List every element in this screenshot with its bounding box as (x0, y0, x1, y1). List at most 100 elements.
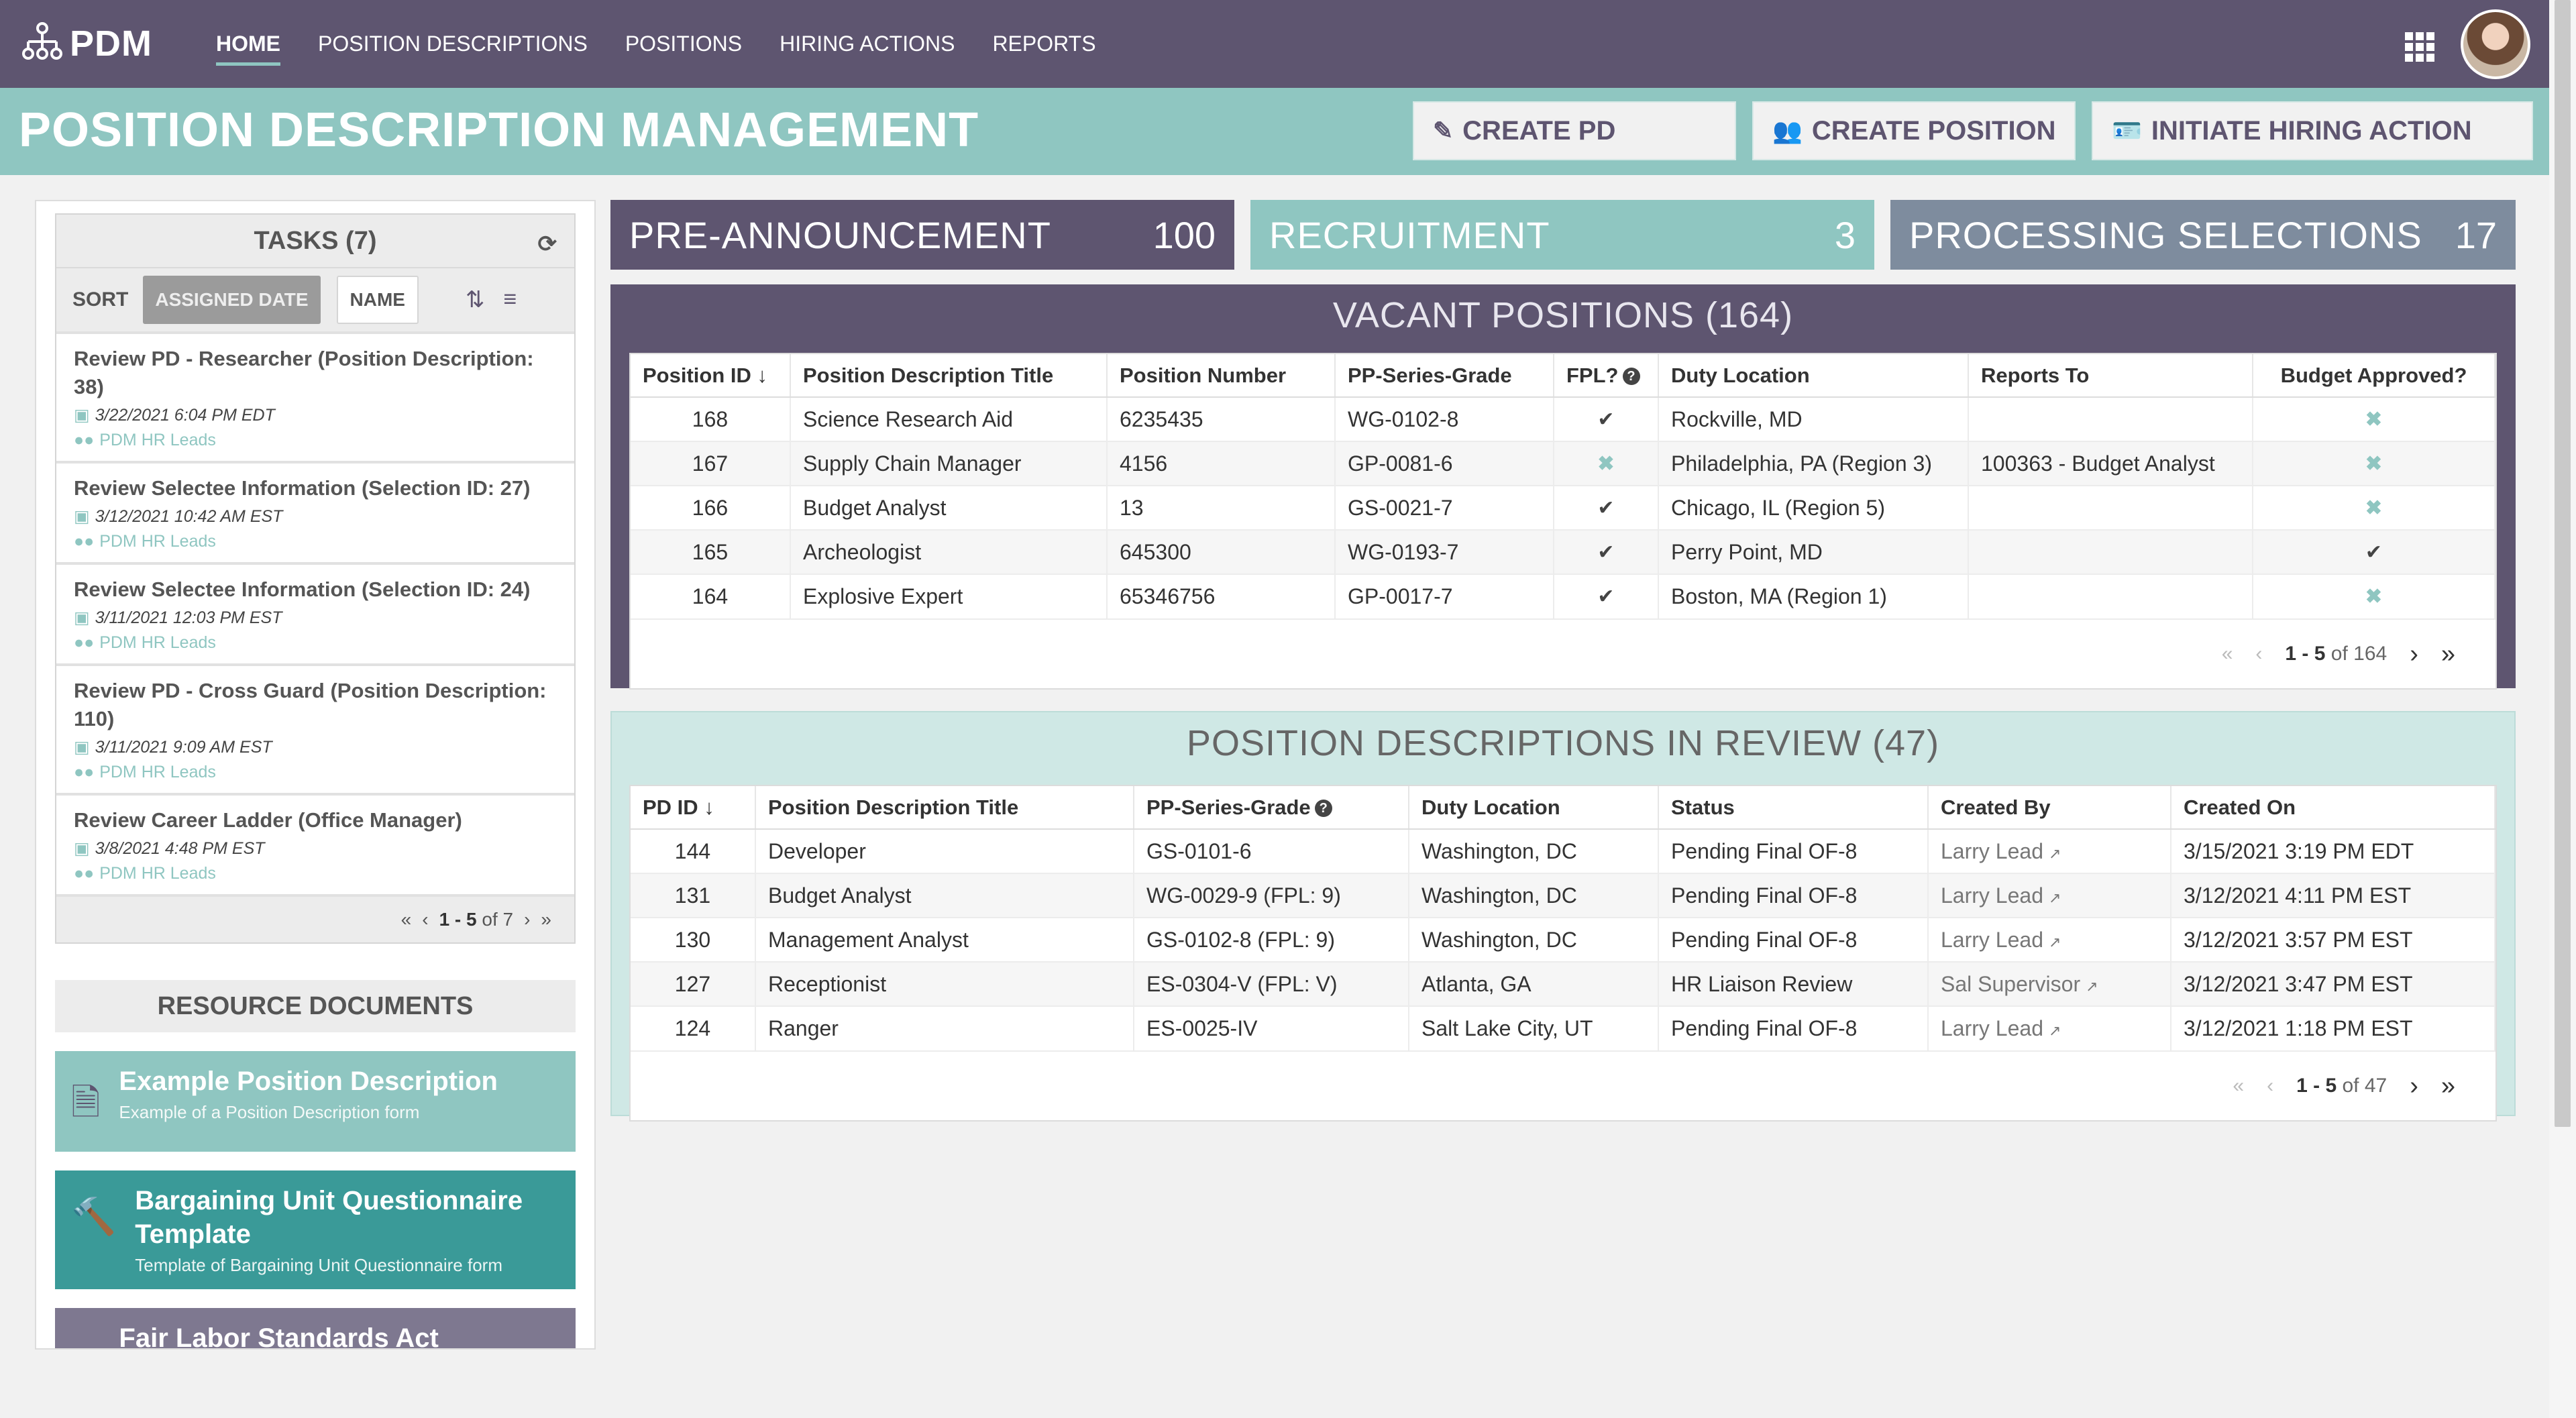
task-title[interactable]: Review Selectee Information (Selection I… (74, 576, 557, 604)
col-created-by[interactable]: Created By (1928, 786, 2171, 830)
col-position-id[interactable]: Position ID ↓ (631, 354, 791, 398)
sort-assigned-date-button[interactable]: ASSIGNED DATE (143, 276, 321, 324)
prev-page-icon[interactable]: ‹ (422, 909, 428, 930)
cell-position-id: 165 (631, 529, 791, 574)
help-icon[interactable]: ? (1314, 800, 1332, 818)
users-icon: ●● (74, 633, 95, 652)
resource-example-position-description[interactable]: 🗎 Example Position Description Example o… (55, 1051, 576, 1152)
task-date: ▣ 3/11/2021 12:03 PM EST (74, 608, 557, 628)
created-by-link[interactable]: Larry Lead (1941, 883, 2043, 908)
task-item[interactable]: Review PD - Researcher (Position Descrip… (56, 331, 574, 461)
initiate-hiring-action-button[interactable]: 🪪 INITIATE HIRING ACTION (2092, 101, 2533, 160)
next-page-icon[interactable]: › (2410, 640, 2418, 669)
task-title[interactable]: Review PD - Researcher (Position Descrip… (74, 345, 557, 401)
vacant-positions-table-wrap: Position ID ↓ Position Description Title… (629, 353, 2497, 690)
last-page-icon[interactable]: » (541, 909, 551, 930)
table-row[interactable]: 165 Archeologist 645300 WG-0193-7 ✔ Perr… (631, 529, 2496, 574)
nav-home[interactable]: HOME (216, 32, 280, 66)
cell-created-by[interactable]: Larry Lead ↗ (1928, 1005, 2171, 1050)
table-row[interactable]: 164 Explosive Expert 65346756 GP-0017-7 … (631, 574, 2496, 618)
create-pd-button[interactable]: ✎ CREATE PD (1413, 101, 1736, 160)
table-row[interactable]: 124 Ranger ES-0025-IV Salt Lake City, UT… (631, 1005, 2496, 1050)
col-fpl[interactable]: FPL?? (1554, 354, 1659, 398)
created-by-link[interactable]: Larry Lead (1941, 1016, 2043, 1040)
next-page-icon[interactable]: › (2410, 1072, 2418, 1101)
check-icon: ✔ (1554, 485, 1659, 530)
task-item[interactable]: Review PD - Cross Guard (Position Descri… (56, 663, 574, 793)
pre-announcement-card[interactable]: PRE-ANNOUNCEMENT 100 (610, 200, 1234, 270)
vacant-page-info: 1 - 5 of 164 (2285, 643, 2387, 665)
task-title[interactable]: Review Selectee Information (Selection I… (74, 474, 557, 502)
processing-selections-card[interactable]: PROCESSING SELECTIONS 17 (1890, 200, 2516, 270)
created-by-link[interactable]: Sal Supervisor (1941, 972, 2080, 996)
sort-ascending-icon[interactable]: ⇅ (466, 286, 485, 313)
created-by-link[interactable]: Larry Lead (1941, 928, 2043, 952)
resource-documents-header: RESOURCE DOCUMENTS (55, 980, 576, 1032)
users-icon: ●● (74, 864, 95, 883)
next-page-icon[interactable]: › (524, 909, 530, 930)
col-position-number[interactable]: Position Number (1107, 354, 1336, 398)
resource-fair-labor-template[interactable]: 🗎 Fair Labor Standards Act Template (55, 1308, 576, 1348)
nav-reports[interactable]: REPORTS (992, 32, 1095, 56)
sort-descending-icon[interactable]: ≡ (503, 286, 517, 313)
prev-page-icon[interactable]: ‹ (2267, 1075, 2273, 1097)
col-title[interactable]: Position Description Title (790, 354, 1108, 398)
cell-created-by[interactable]: Larry Lead ↗ (1928, 828, 2171, 873)
prev-page-icon[interactable]: ‹ (2255, 643, 2262, 665)
table-row[interactable]: 166 Budget Analyst 13 GS-0021-7 ✔ Chicag… (631, 485, 2496, 530)
task-group-text: PDM HR Leads (99, 532, 216, 551)
col-title[interactable]: Position Description Title (755, 786, 1134, 830)
create-position-button[interactable]: 👥 CREATE POSITION (1752, 101, 2076, 160)
resource-bargaining-unit-template[interactable]: 🔨 Bargaining Unit Questionnaire Template… (55, 1170, 576, 1289)
cell-created-on: 3/15/2021 3:19 PM EDT (2171, 828, 2496, 873)
first-page-icon[interactable]: « (2233, 1075, 2244, 1097)
page-scrollbar[interactable] (2549, 0, 2576, 1418)
task-item[interactable]: Review Career Ladder (Office Manager) ▣ 3… (56, 793, 574, 894)
task-title[interactable]: Review PD - Cross Guard (Position Descri… (74, 677, 557, 733)
col-created-on[interactable]: Created On (2171, 786, 2496, 830)
vacant-page-range: 1 - 5 (2285, 643, 2326, 665)
nav-position-descriptions[interactable]: POSITION DESCRIPTIONS (318, 32, 588, 56)
first-page-icon[interactable]: « (401, 909, 412, 930)
col-pd-id[interactable]: PD ID ↓ (631, 786, 756, 830)
cell-status: Pending Final OF-8 (1658, 828, 1929, 873)
table-row[interactable]: 167 Supply Chain Manager 4156 GP-0081-6 … (631, 441, 2496, 486)
created-by-link[interactable]: Larry Lead (1941, 839, 2043, 863)
user-avatar[interactable] (2461, 9, 2530, 79)
help-icon[interactable]: ? (1622, 368, 1640, 386)
col-grade[interactable]: PP-Series-Grade (1335, 354, 1554, 398)
col-duty-location[interactable]: Duty Location (1409, 786, 1659, 830)
cell-location: Salt Lake City, UT (1409, 1005, 1659, 1050)
nav-hiring-actions[interactable]: HIRING ACTIONS (780, 32, 955, 56)
last-page-icon[interactable]: » (2441, 1072, 2455, 1101)
scrollbar-thumb[interactable] (2555, 0, 2571, 1127)
cell-created-by[interactable]: Sal Supervisor ↗ (1928, 961, 2171, 1006)
col-budget-approved[interactable]: Budget Approved? (2253, 354, 2496, 398)
col-duty-location[interactable]: Duty Location (1658, 354, 1969, 398)
task-title[interactable]: Review Career Ladder (Office Manager) (74, 806, 557, 834)
last-page-icon[interactable]: » (2441, 640, 2455, 669)
col-reports-to[interactable]: Reports To (1968, 354, 2253, 398)
recruitment-card[interactable]: RECRUITMENT 3 (1250, 200, 1874, 270)
cell-created-on: 3/12/2021 3:57 PM EST (2171, 917, 2496, 962)
table-row[interactable]: 144 Developer GS-0101-6 Washington, DC P… (631, 828, 2496, 873)
task-item[interactable]: Review Selectee Information (Selection I… (56, 562, 574, 663)
app-grid-icon[interactable] (2405, 32, 2438, 62)
app-logo[interactable]: PDM (19, 20, 152, 67)
x-icon: ✖ (2253, 396, 2496, 441)
nav-positions[interactable]: POSITIONS (625, 32, 742, 56)
col-status[interactable]: Status (1658, 786, 1929, 830)
table-row[interactable]: 131 Budget Analyst WG-0029-9 (FPL: 9) Wa… (631, 873, 2496, 918)
task-item[interactable]: Review Selectee Information (Selection I… (56, 461, 574, 562)
cell-created-by[interactable]: Larry Lead ↗ (1928, 917, 2171, 962)
table-row[interactable]: 130 Management Analyst GS-0102-8 (FPL: 9… (631, 917, 2496, 962)
resource-title: Bargaining Unit Questionnaire Template (135, 1186, 523, 1249)
sort-name-button[interactable]: NAME (336, 276, 419, 324)
cell-created-by[interactable]: Larry Lead ↗ (1928, 873, 2171, 918)
table-row[interactable]: 127 Receptionist ES-0304-V (FPL: V) Atla… (631, 961, 2496, 1006)
first-page-icon[interactable]: « (2222, 643, 2233, 665)
table-row[interactable]: 168 Science Research Aid 6235435 WG-0102… (631, 396, 2496, 441)
cell-grade: ES-0025-IV (1134, 1005, 1409, 1050)
refresh-icon[interactable]: ⟳ (538, 231, 557, 258)
col-grade[interactable]: PP-Series-Grade? (1134, 786, 1409, 830)
